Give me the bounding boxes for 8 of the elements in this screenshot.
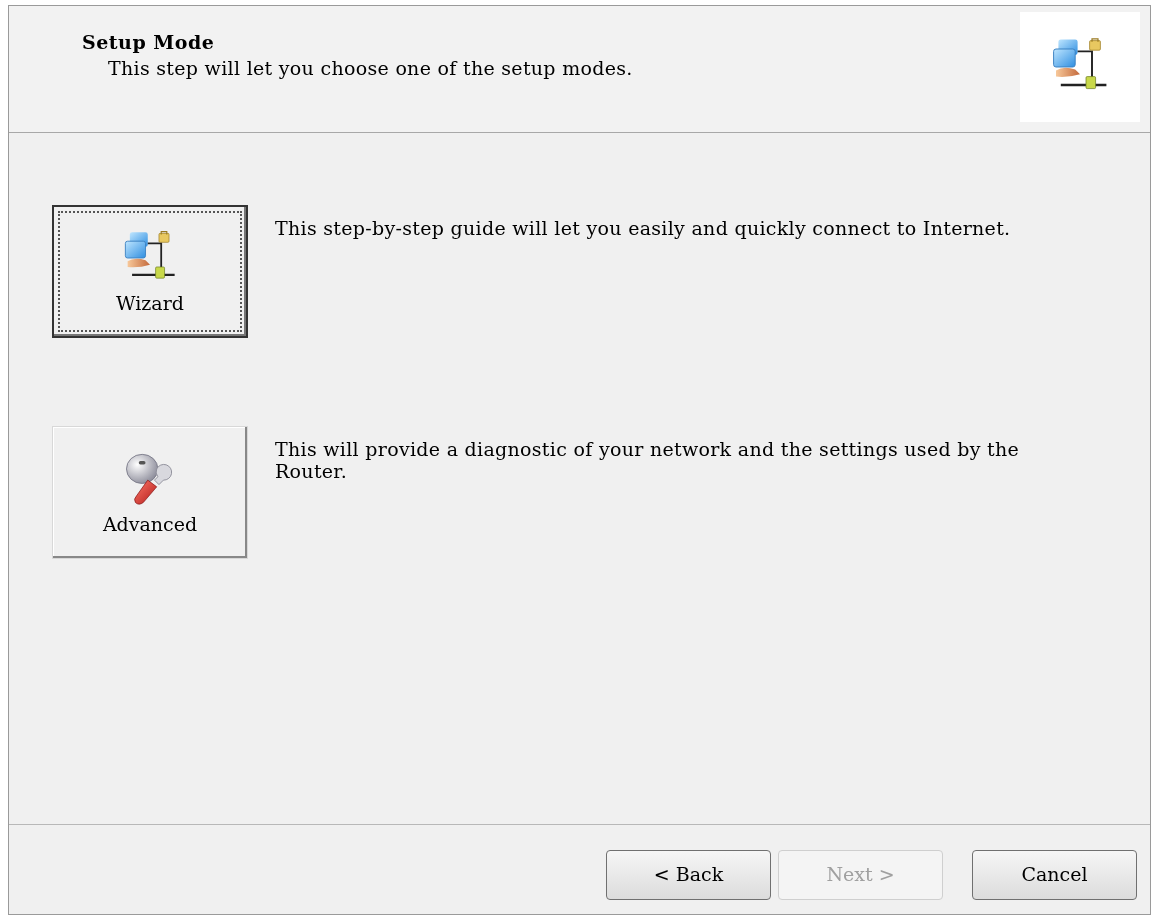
mode-description: This step-by-step guide will let you easily and quickly connect to Internet. [275,217,1012,239]
wizard-nav-button[interactable]: < Back [606,849,771,900]
wizard-nav-button[interactable]: Cancel [972,849,1137,900]
mode-button[interactable]: Wizard [52,205,248,338]
page-subtitle: This step will let you choose one of the setup modes. [107,56,633,80]
mode-description: This will provide a diagnostic of your network and the settings used by the Router. [275,438,1021,482]
page-title: Setup Mode [82,30,216,54]
mode-button[interactable]: Advanced [52,426,248,559]
